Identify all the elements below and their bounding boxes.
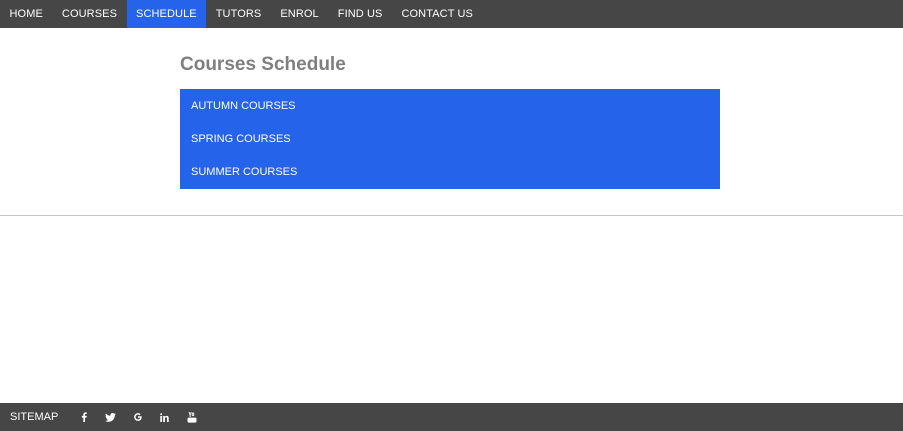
- sitemap-link[interactable]: SITEMAP: [0, 411, 58, 423]
- course-item-autumn[interactable]: AUTUMN COURSES: [180, 89, 720, 122]
- nav-item-home[interactable]: HOME: [0, 0, 52, 28]
- course-schedule-menu: AUTUMN COURSES SPRING COURSES SUMMER COU…: [180, 89, 720, 189]
- google-icon[interactable]: [124, 403, 151, 431]
- nav-item-courses[interactable]: COURSES: [52, 0, 126, 28]
- nav-item-find-us[interactable]: FIND US: [328, 0, 392, 28]
- course-item-spring[interactable]: SPRING COURSES: [180, 122, 720, 155]
- linkedin-icon[interactable]: [151, 403, 178, 431]
- page-title: Courses Schedule: [180, 54, 346, 75]
- nav-item-tutors[interactable]: TUTORS: [206, 0, 271, 28]
- nav-item-contact-us[interactable]: CONTACT US: [392, 0, 483, 28]
- nav-item-enrol[interactable]: ENROL: [271, 0, 328, 28]
- youtube-icon[interactable]: [178, 403, 205, 431]
- twitter-icon[interactable]: [97, 403, 124, 431]
- facebook-icon[interactable]: [70, 403, 97, 431]
- content-divider: [0, 215, 903, 216]
- top-navigation: HOME COURSES SCHEDULE TUTORS ENROL FIND …: [0, 0, 903, 28]
- nav-item-schedule[interactable]: SCHEDULE: [126, 0, 207, 28]
- course-item-summer[interactable]: SUMMER COURSES: [180, 156, 720, 189]
- footer-bar: SITEMAP: [0, 403, 903, 431]
